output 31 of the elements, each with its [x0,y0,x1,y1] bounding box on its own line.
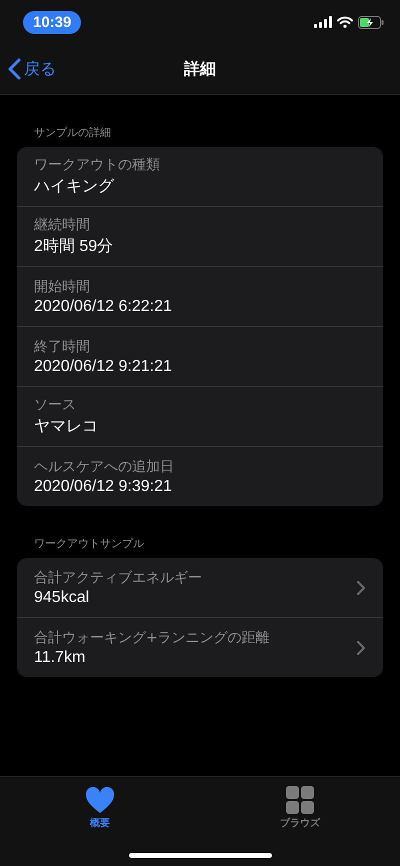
chevron-right-icon[interactable] [357,580,365,594]
back-button[interactable]: 戻る [0,57,62,81]
heart-icon [85,786,115,814]
chevron-left-icon [8,58,21,80]
section-header: ワークアウトサンプル [34,537,144,550]
field-label: 開始時間 [34,278,91,296]
field-label: 合計アクティブエネルギー [34,568,203,586]
field-label: ソース [34,396,77,414]
status-time: 10:39 [23,10,82,34]
field-label: 継続時間 [34,216,91,234]
field-label: ヘルスケアへの追加日 [34,458,175,476]
field-value: 2020/06/12 9:21:21 [34,358,173,376]
signal-icon [314,16,332,28]
field-value: ヤマレコ [34,417,99,437]
field-value: 945kcal [34,588,90,606]
wifi-icon [337,16,353,28]
field-value: 2020/06/12 6:22:21 [34,298,173,316]
field-value: ハイキング [34,177,116,197]
chevron-right-icon[interactable] [357,640,365,654]
field-label: ワークアウトの種類 [34,156,161,174]
grid-icon [286,786,314,814]
section-header: サンプルの詳細 [34,126,111,139]
field-value: 2020/06/12 9:39:21 [34,478,173,496]
tab-bar-item[interactable]: 概要 [40,785,160,831]
field-label: 合計ウォーキング+ランニングの距離 [34,628,271,646]
field-value: 2時間 59分 [34,236,114,257]
tab-bar-item[interactable]: ブラウズ [240,785,360,831]
field-label: 終了時間 [34,338,91,356]
battery-charging-icon [358,16,384,28]
screen-title: 詳細 [184,58,216,80]
field-value: 11.7km [34,648,86,666]
